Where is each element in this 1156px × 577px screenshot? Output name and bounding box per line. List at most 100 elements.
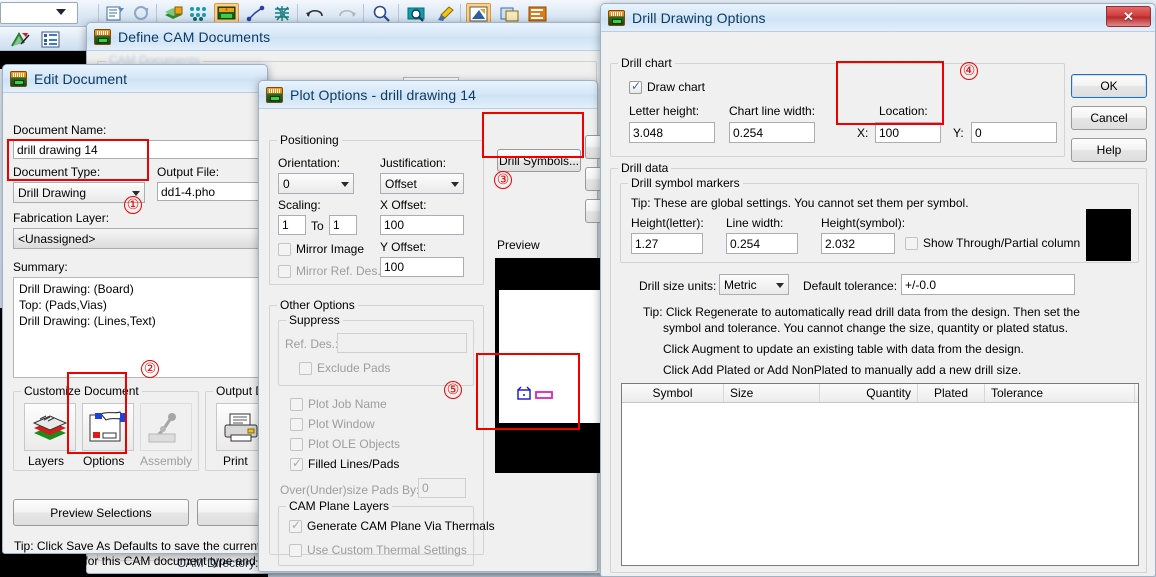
list-icon[interactable] xyxy=(38,29,64,50)
filled-lines-pads-checkbox[interactable] xyxy=(290,456,303,471)
drill-table-header: Symbol Size Quantity Plated Tolerance xyxy=(622,384,1138,403)
letter-height-input[interactable]: 3.048 xyxy=(629,122,715,143)
drill-size-units-value: Metric xyxy=(724,277,757,292)
mirror-image-checkbox[interactable] xyxy=(278,243,291,256)
plot-options-window[interactable]: Plot Options - drill drawing 14 Position… xyxy=(258,80,655,572)
mirror-refdes-checkbox[interactable] xyxy=(278,265,291,278)
drill-drawing-options-window[interactable]: Drill Drawing Options ✕ Drill chart Draw… xyxy=(600,3,1156,577)
edit-document-title-bar[interactable]: Edit Document xyxy=(3,65,267,93)
brush-icon[interactable] xyxy=(432,3,458,24)
chevron-down-icon[interactable] xyxy=(776,282,784,288)
suppress-group-label: Suppress xyxy=(286,313,343,327)
column-header-tolerance[interactable]: Tolerance xyxy=(985,384,1135,402)
preview-selections-button[interactable]: Preview Selections xyxy=(13,499,189,526)
x-offset-input[interactable]: 100 xyxy=(380,215,464,235)
symbol-tip-text: Tip: These are global settings. You cann… xyxy=(631,196,969,210)
document-type-value: Drill Drawing xyxy=(18,185,87,200)
summary-listbox[interactable]: Drill Drawing: (Board) Top: (Pads,Vias) … xyxy=(13,277,259,378)
orientation-dropdown[interactable]: 0 xyxy=(278,173,354,194)
document-name-input[interactable]: drill drawing 14 xyxy=(13,140,259,159)
layers-green-icon[interactable] xyxy=(162,3,184,24)
annotation-marker-3: ③ xyxy=(494,171,512,189)
cancel-button[interactable]: Cancel xyxy=(1071,106,1147,130)
line-width-label: Line width: xyxy=(726,216,784,230)
plot-ole-objects-checkbox[interactable] xyxy=(290,438,303,451)
generate-thermals-checkbox[interactable] xyxy=(289,518,302,533)
oversize-pads-label: Over(Under)size Pads By: xyxy=(280,483,420,497)
chevron-down-icon[interactable] xyxy=(451,181,459,187)
pads-icon[interactable] xyxy=(525,3,550,24)
justification-dropdown[interactable]: Offset xyxy=(380,173,464,194)
plot-job-name-checkbox[interactable] xyxy=(290,398,303,411)
column-header-quantity[interactable]: Quantity xyxy=(820,384,918,402)
undo-icon[interactable] xyxy=(303,3,329,24)
chevron-down-icon[interactable] xyxy=(341,181,349,187)
define-cam-title-bar[interactable]: Define CAM Documents xyxy=(87,23,609,51)
refdes-input[interactable] xyxy=(337,333,467,353)
options-button[interactable] xyxy=(82,403,134,451)
cam-doc-icon[interactable] xyxy=(214,3,239,24)
height-letter-input[interactable]: 1.27 xyxy=(631,233,703,254)
fabrication-layer-label: Fabrication Layer: xyxy=(13,211,110,225)
drill-drawing-options-title: Drill Drawing Options xyxy=(632,9,766,26)
drill-size-units-dropdown[interactable]: Metric xyxy=(719,274,789,295)
edit-document-tip-line1: Tip: Click Save As Defaults to save the … xyxy=(14,539,284,553)
column-header-symbol[interactable]: Symbol xyxy=(622,384,724,402)
file-open-icon[interactable] xyxy=(104,3,126,24)
zoom-icon[interactable] xyxy=(369,3,395,24)
chevron-down-icon[interactable] xyxy=(132,190,140,196)
edit-document-body: Document Name: drill drawing 14 Document… xyxy=(3,93,327,568)
custom-thermal-checkbox[interactable] xyxy=(289,544,302,557)
chevron-down-icon[interactable] xyxy=(56,9,66,15)
copy-icon[interactable] xyxy=(497,3,522,24)
drill-symbols-button[interactable]: Drill Symbols... xyxy=(497,149,581,172)
fabrication-layer-dropdown[interactable]: <Unassigned> xyxy=(13,228,259,249)
fabrication-layer-value: <Unassigned> xyxy=(18,231,96,246)
exclude-pads-label: Exclude Pads xyxy=(317,361,391,375)
x-offset-label: X Offset: xyxy=(380,198,427,212)
output-file-label: Output File: xyxy=(157,165,220,179)
toolbar-combo[interactable] xyxy=(0,2,78,24)
layers-button[interactable] xyxy=(24,403,76,451)
scaling-from-input[interactable]: 1 xyxy=(278,215,306,235)
annotation-marker-5: ⑤ xyxy=(444,381,462,399)
edit-document-window[interactable]: Edit Document Document Name: drill drawi… xyxy=(2,64,327,568)
default-tolerance-input[interactable]: +/-0.0 xyxy=(901,274,1075,295)
x-coord-label: X: xyxy=(857,126,869,140)
fanout-icon[interactable] xyxy=(271,3,293,24)
route-icon[interactable] xyxy=(245,3,267,24)
plane-icon[interactable] xyxy=(188,3,210,24)
y-offset-input[interactable]: 100 xyxy=(380,257,464,277)
column-header-size[interactable]: Size xyxy=(724,384,820,402)
height-symbol-input[interactable]: 2.032 xyxy=(821,233,895,254)
show-through-partial-checkbox[interactable] xyxy=(905,237,918,250)
refresh-icon[interactable] xyxy=(130,3,152,24)
drill-drawing-options-title-bar[interactable]: Drill Drawing Options ✕ xyxy=(601,4,1155,32)
exclude-pads-checkbox[interactable] xyxy=(299,362,312,375)
drc-icon[interactable] xyxy=(8,29,34,50)
location-x-input[interactable]: 100 xyxy=(875,122,941,143)
annotation-marker-2: ② xyxy=(141,360,159,378)
pads-app-icon xyxy=(94,28,111,45)
plot-window-checkbox[interactable] xyxy=(290,418,303,431)
draw-chart-checkbox[interactable] xyxy=(629,79,642,94)
drill-data-group-label: Drill data xyxy=(618,161,672,175)
line-width-input[interactable]: 0.254 xyxy=(726,233,798,254)
justification-value: Offset xyxy=(385,176,417,191)
cam-icon[interactable] xyxy=(466,3,491,24)
location-label: Location: xyxy=(879,104,928,118)
close-icon[interactable]: ✕ xyxy=(1106,6,1151,27)
scaling-to-input[interactable]: 1 xyxy=(329,215,357,235)
drill-table[interactable]: Symbol Size Quantity Plated Tolerance xyxy=(621,383,1139,566)
redo-icon[interactable] xyxy=(333,3,359,24)
chart-line-width-input[interactable]: 0.254 xyxy=(729,122,815,143)
plot-options-title-bar[interactable]: Plot Options - drill drawing 14 xyxy=(259,81,597,109)
oversize-pads-input[interactable]: 0 xyxy=(418,478,466,498)
chart-line-width-label: Chart line width: xyxy=(729,104,816,118)
location-y-input[interactable]: 0 xyxy=(971,122,1057,143)
column-header-plated[interactable]: Plated xyxy=(918,384,985,402)
other-options-group: Other Options Suppress Ref. Des.: Exclud… xyxy=(269,298,495,566)
help-button[interactable]: Help xyxy=(1071,138,1147,162)
ok-button[interactable]: OK xyxy=(1071,74,1147,98)
query-icon[interactable] xyxy=(404,3,430,24)
